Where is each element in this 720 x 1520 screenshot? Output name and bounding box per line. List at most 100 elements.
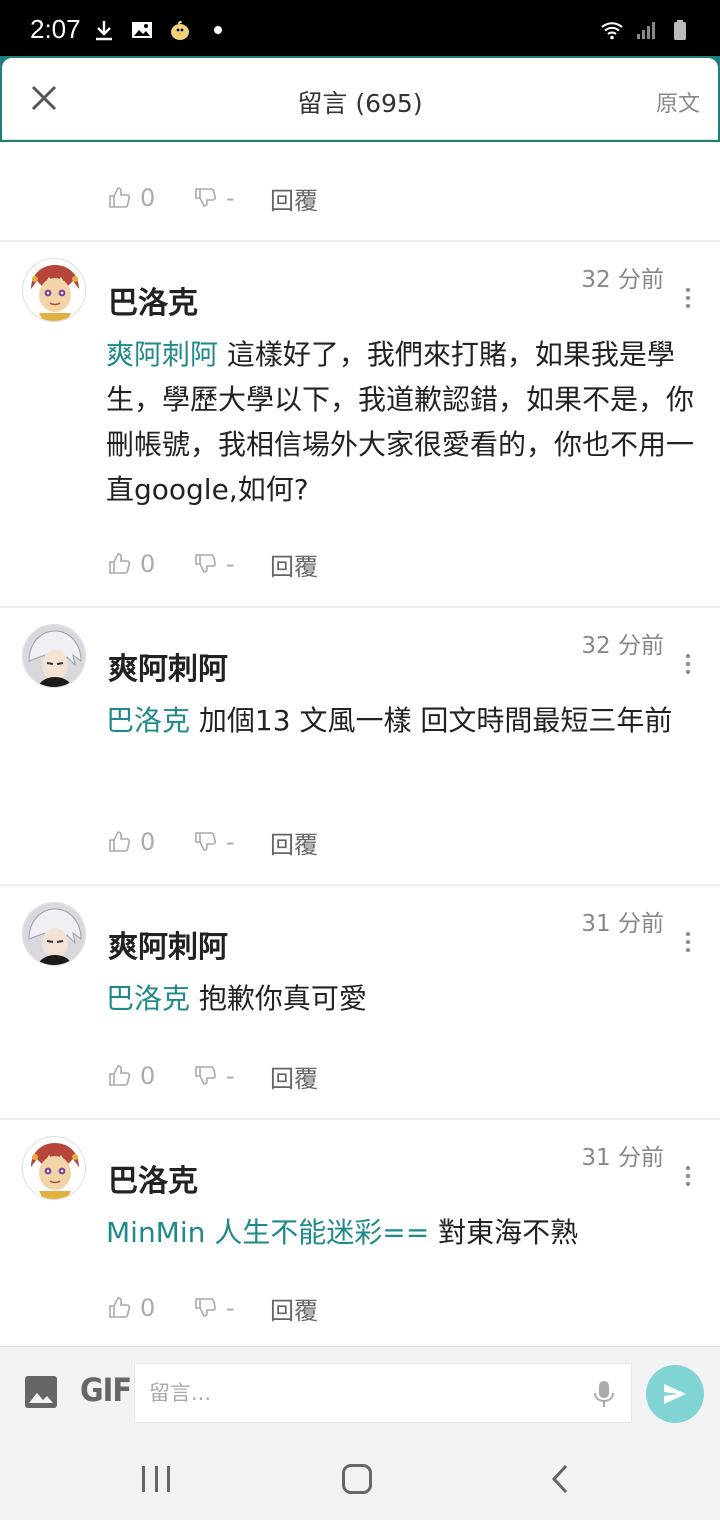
comment-list[interactable]: 0 - 回覆 巴洛克 32 分前 爽阿刺阿 這樣好了，我們來打賭，如果我是學生，… [0, 140, 720, 1346]
wifi-icon [601, 22, 623, 40]
dislike-count: - [226, 1294, 235, 1322]
send-button[interactable] [646, 1365, 704, 1423]
dislike-count: - [226, 184, 235, 212]
reply-button[interactable]: 回覆 [270, 181, 318, 216]
comment-actions: 0 - 回覆 [108, 1288, 318, 1328]
like-count: 0 [140, 828, 156, 856]
comment-input-bar: GIF [0, 1346, 720, 1436]
more-options-icon[interactable] [684, 932, 692, 956]
comment-actions: 0 - 回覆 [108, 178, 318, 218]
like-button[interactable]: 0 [108, 184, 194, 212]
comment-author[interactable]: 爽阿刺阿 [108, 644, 228, 688]
thumbs-up-icon [109, 1297, 131, 1318]
reply-button[interactable]: 回覆 [270, 547, 318, 582]
dislike-count: - [226, 550, 235, 578]
download-icon [96, 21, 112, 41]
comment-text: 巴洛克 抱歉你真可愛 [106, 976, 706, 1021]
reply-button[interactable]: 回覆 [270, 825, 318, 860]
like-count: 0 [140, 1062, 156, 1090]
dislike-button[interactable]: - [194, 1062, 270, 1090]
image-picker-icon[interactable] [24, 1375, 58, 1409]
comment-item: 巴洛克 31 分前 MinMin 人生不能迷彩== 對東海不熟 0 - 回覆 [0, 1120, 720, 1346]
comment-body: 抱歉你真可愛 [190, 982, 367, 1015]
more-options-icon[interactable] [684, 1166, 692, 1190]
comment-input[interactable] [135, 1364, 575, 1422]
comment-text: 爽阿刺阿 這樣好了，我們來打賭，如果我是學生，學歷大學以下，我道歉認錯，如果不是… [106, 332, 706, 512]
comment-author[interactable]: 爽阿刺阿 [108, 922, 228, 966]
status-icons-right [600, 18, 692, 42]
gif-button[interactable]: GIF [80, 1371, 132, 1409]
image-icon [132, 22, 152, 38]
comment-actions: 0 - 回覆 [108, 544, 318, 584]
comment-time: 31 分前 [581, 911, 664, 937]
header: 留言 (695) 原文 [2, 58, 718, 140]
like-count: 0 [140, 550, 156, 578]
home-icon[interactable] [342, 1464, 372, 1494]
thumbs-up-icon [109, 1065, 131, 1086]
comment-item: 爽阿刺阿 32 分前 巴洛克 加個13 文風一樣 回文時間最短三年前 0 - 回… [0, 608, 720, 884]
comment-time: 31 分前 [581, 1145, 664, 1171]
mention-link[interactable]: MinMin 人生不能迷彩== [106, 1216, 429, 1249]
chick-icon [171, 20, 189, 40]
jester-avatar-icon [23, 1137, 85, 1199]
thumbs-up-icon [109, 831, 131, 852]
dislike-button[interactable]: - [194, 828, 270, 856]
recent-apps-icon[interactable] [142, 1466, 170, 1492]
dislike-button[interactable]: - [194, 550, 270, 578]
avatar[interactable] [22, 624, 86, 688]
status-time: 2:07 [30, 14, 81, 44]
dislike-count: - [226, 828, 235, 856]
more-options-icon[interactable] [684, 654, 692, 678]
comment-actions: 0 - 回覆 [108, 822, 318, 862]
original-text-button[interactable]: 原文 [656, 86, 700, 118]
avatar[interactable] [22, 902, 86, 966]
dislike-button[interactable]: - [194, 184, 270, 212]
comment-text: MinMin 人生不能迷彩== 對東海不熟 [106, 1210, 706, 1255]
mention-link[interactable]: 巴洛克 [106, 704, 190, 737]
thumbs-down-icon [195, 188, 217, 207]
like-count: 0 [140, 1294, 156, 1322]
back-icon[interactable] [546, 1462, 576, 1496]
like-button[interactable]: 0 [108, 828, 194, 856]
microphone-icon[interactable] [593, 1380, 615, 1408]
jester-avatar-icon [23, 259, 85, 321]
reply-button[interactable]: 回覆 [270, 1291, 318, 1326]
avatar[interactable] [22, 1136, 86, 1200]
comment-time: 32 分前 [581, 633, 664, 659]
dislike-button[interactable]: - [194, 1294, 270, 1322]
system-nav-bar [0, 1436, 720, 1520]
notification-dot [214, 26, 222, 34]
more-options-icon[interactable] [684, 288, 692, 312]
page-title: 留言 (695) [297, 89, 423, 118]
dislike-count: - [226, 1062, 235, 1090]
thumbs-up-icon [109, 553, 131, 574]
silver-hair-avatar-icon [23, 625, 85, 687]
thumbs-up-icon [109, 187, 131, 208]
like-button[interactable]: 0 [108, 1062, 194, 1090]
comment-input-container [134, 1363, 632, 1423]
status-bar: 2:07 [0, 0, 720, 60]
like-button[interactable]: 0 [108, 550, 194, 578]
silver-hair-avatar-icon [23, 903, 85, 965]
comment-body: 對東海不熟 [429, 1216, 579, 1249]
avatar[interactable] [22, 258, 86, 322]
thumbs-down-icon [195, 832, 217, 851]
thumbs-down-icon [195, 1298, 217, 1317]
comment-text: 巴洛克 加個13 文風一樣 回文時間最短三年前 [106, 698, 706, 743]
like-button[interactable]: 0 [108, 1294, 194, 1322]
comment-author[interactable]: 巴洛克 [108, 278, 198, 322]
mention-link[interactable]: 爽阿刺阿 [106, 338, 218, 371]
thumbs-down-icon [195, 1066, 217, 1085]
signal-icon [637, 22, 655, 39]
comment-item: 巴洛克 32 分前 爽阿刺阿 這樣好了，我們來打賭，如果我是學生，學歷大學以下，… [0, 242, 720, 606]
comment-body: 加個13 文風一樣 回文時間最短三年前 [190, 704, 673, 737]
reply-button[interactable]: 回覆 [270, 1059, 318, 1094]
comment-actions: 0 - 回覆 [108, 1056, 318, 1096]
comment-author[interactable]: 巴洛克 [108, 1156, 198, 1200]
mention-link[interactable]: 巴洛克 [106, 982, 190, 1015]
comment-item: 爽阿刺阿 31 分前 巴洛克 抱歉你真可愛 0 - 回覆 [0, 886, 720, 1118]
comment-time: 32 分前 [581, 267, 664, 293]
like-count: 0 [140, 184, 156, 212]
battery-icon [674, 20, 686, 40]
status-icons-left [92, 18, 222, 42]
